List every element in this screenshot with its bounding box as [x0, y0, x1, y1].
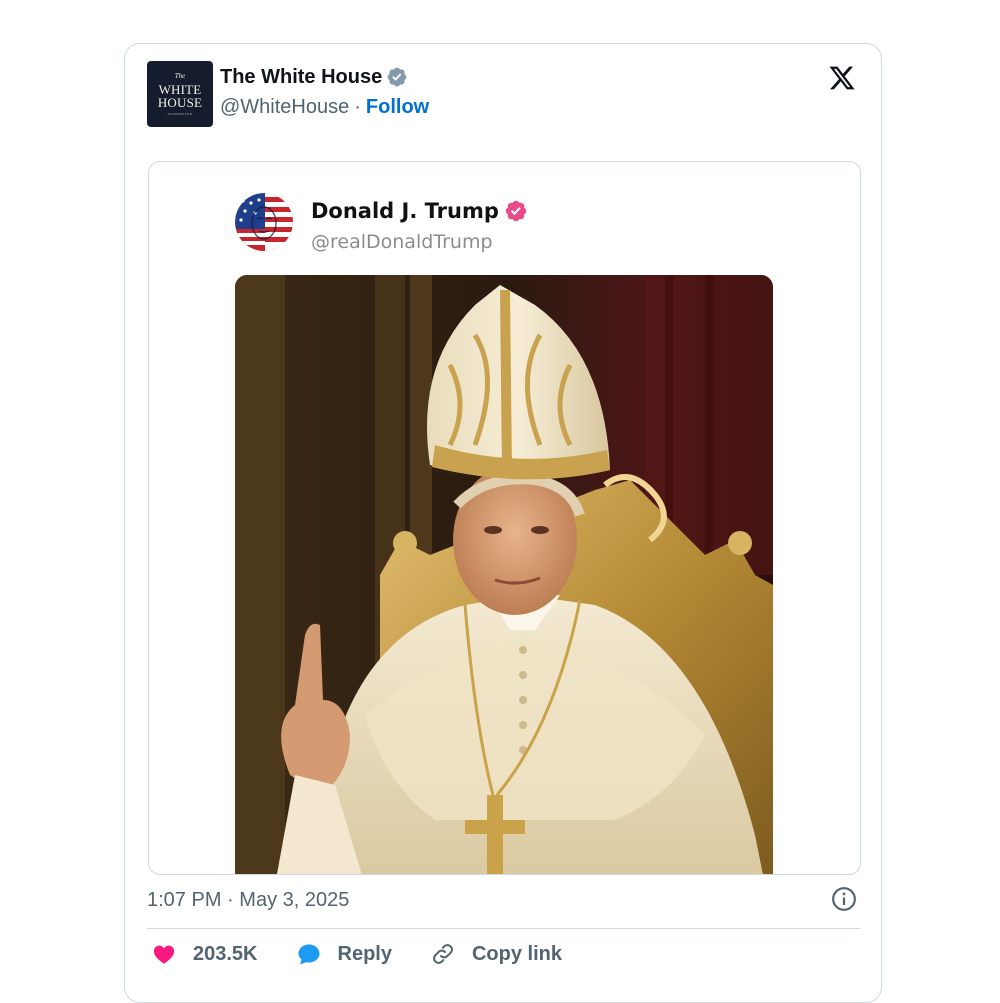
avatar-text-line1: WHITE: [158, 81, 202, 97]
account-identity: The White House @WhiteHouse · Follow: [220, 63, 429, 120]
timestamp-separator: ·: [227, 889, 234, 911]
embedded-account-name[interactable]: Donald J. Trump: [311, 199, 499, 223]
action-bar: 203.5K Reply Copy link: [151, 942, 600, 966]
info-icon[interactable]: [831, 886, 857, 912]
x-logo-icon[interactable]: [827, 64, 857, 92]
follow-button[interactable]: Follow: [366, 96, 429, 119]
flag-face-avatar[interactable]: [235, 193, 293, 251]
tweet-card: The WHITE HOUSE WASHINGTON The White Hou…: [124, 43, 882, 1003]
reply-button[interactable]: Reply: [296, 942, 392, 966]
avatar-text-line2: HOUSE: [157, 94, 203, 110]
post-photo[interactable]: [235, 275, 773, 874]
timestamp[interactable]: 1:07 PM · May 3, 2025: [147, 889, 349, 912]
heart-icon: [153, 945, 175, 964]
link-icon: [433, 944, 453, 964]
verified-badge-icon: [387, 67, 407, 87]
account-handle-row: @WhiteHouse · Follow: [220, 94, 429, 120]
embedded-post-card[interactable]: Donald J. Trump @realDonaldTrump: [148, 161, 861, 875]
like-button[interactable]: 203.5K: [151, 942, 258, 966]
reply-label: Reply: [337, 942, 392, 965]
like-count: 203.5K: [193, 942, 258, 965]
reply-bubble-icon: [298, 944, 319, 965]
account-name-row: The White House: [220, 63, 429, 91]
post-time: 1:07 PM: [147, 889, 222, 911]
embedded-account-handle[interactable]: @realDonaldTrump: [311, 231, 493, 253]
white-house-avatar[interactable]: The WHITE HOUSE WASHINGTON: [147, 61, 213, 127]
copy-link-label: Copy link: [471, 942, 562, 965]
post-date: May 3, 2025: [239, 889, 350, 911]
tweet-header: The WHITE HOUSE WASHINGTON The White Hou…: [147, 61, 429, 127]
handle-separator: ·: [354, 95, 361, 118]
copy-link-button[interactable]: Copy link: [430, 942, 562, 966]
avatar-text-bottom: WASHINGTON: [167, 111, 193, 116]
verified-badge-icon: [505, 200, 527, 222]
account-name[interactable]: The White House: [220, 66, 382, 89]
account-handle[interactable]: @WhiteHouse: [220, 96, 349, 119]
embedded-name-row: Donald J. Trump: [311, 199, 528, 223]
avatar-text-top: The: [174, 71, 186, 80]
divider: [147, 928, 860, 929]
